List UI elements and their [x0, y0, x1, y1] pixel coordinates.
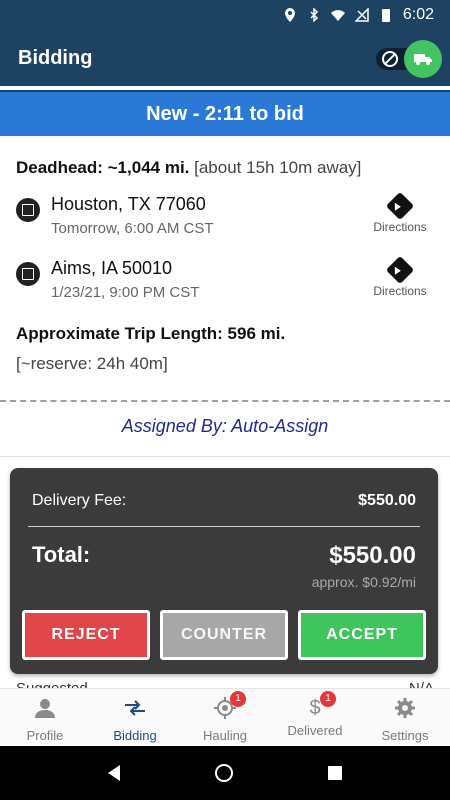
directions-label: Directions	[373, 220, 427, 234]
reject-button[interactable]: REJECT	[22, 610, 150, 660]
dropoff-icon	[16, 262, 40, 286]
directions-label: Directions	[373, 284, 427, 298]
nav-delivered[interactable]: $ 1 Delivered	[270, 689, 360, 746]
directions-icon	[385, 255, 415, 285]
nav-label: Delivered	[287, 723, 343, 738]
pickup-stop: Houston, TX 77060 Tomorrow, 6:00 AM CST …	[16, 191, 436, 244]
total-amount: $550.00	[329, 542, 416, 569]
bluetooth-icon	[310, 8, 318, 22]
trip-length: Approximate Trip Length: 596 mi.	[16, 324, 286, 343]
person-icon	[35, 699, 55, 718]
status-time: 6:02	[402, 6, 434, 23]
truck-icon	[414, 54, 432, 65]
nav-settings[interactable]: Settings	[360, 689, 450, 746]
dropoff-directions-button[interactable]: Directions	[368, 255, 432, 298]
nav-label: Hauling	[202, 728, 248, 743]
recent-apps-icon[interactable]	[328, 766, 343, 780]
nav-label: Settings	[381, 728, 429, 743]
availability-toggle[interactable]	[372, 40, 442, 78]
divider	[28, 526, 420, 527]
deadhead-label: Deadhead: ~1,044 mi.	[16, 158, 190, 177]
suggested-row: Suggested N/A	[16, 680, 434, 688]
fee-card: Delivery Fee: $550.00 Total: $550.00 app…	[10, 468, 438, 674]
toggle-knob	[404, 40, 442, 78]
page-title: Bidding	[18, 46, 93, 69]
deadhead-note: [about 15h 10m away]	[194, 158, 362, 177]
location-icon	[284, 8, 295, 22]
no-signal-icon	[354, 8, 369, 22]
divider	[0, 456, 450, 457]
status-bar: 6:02	[0, 0, 450, 30]
delivered-badge: 1	[320, 691, 336, 707]
nav-label: Bidding	[113, 728, 157, 743]
swap-icon	[125, 700, 145, 716]
counter-button[interactable]: COUNTER	[160, 610, 288, 660]
bid-actions: REJECT COUNTER ACCEPT	[22, 610, 426, 660]
system-nav-bar	[0, 746, 450, 800]
pickup-time: Tomorrow, 6:00 AM CST	[51, 220, 214, 237]
dropoff-time: 1/23/21, 9:00 PM CST	[51, 284, 200, 301]
bottom-nav: Profile Bidding 1 Hauling $ 1 Delivered …	[0, 688, 450, 746]
battery-icon	[381, 9, 390, 22]
home-icon[interactable]	[214, 764, 233, 782]
pickup-icon	[16, 198, 40, 222]
dropoff-stop: Aims, IA 50010 1/23/21, 9:00 PM CST Dire…	[16, 255, 436, 308]
pickup-city: Houston, TX 77060	[51, 194, 206, 214]
deadhead-info: Deadhead: ~1,044 mi. [about 15h 10m away…	[16, 158, 361, 178]
back-icon[interactable]	[107, 765, 120, 781]
total-label: Total:	[32, 542, 91, 567]
app-bar: Bidding	[0, 30, 450, 86]
accept-button[interactable]: ACCEPT	[298, 610, 426, 660]
suggested-label: Suggested	[16, 680, 88, 688]
delivery-fee-amount: $550.00	[358, 492, 416, 509]
suggested-value: N/A	[409, 680, 434, 688]
bid-countdown-banner: New - 2:11 to bid	[0, 90, 450, 136]
nav-hauling[interactable]: 1 Hauling	[180, 689, 270, 746]
wifi-icon	[330, 10, 345, 21]
rate-per-mile: approx. $0.92/mi	[311, 574, 416, 590]
nav-profile[interactable]: Profile	[0, 689, 90, 746]
trip-reserve: [~reserve: 24h 40m]	[16, 354, 168, 373]
pickup-directions-button[interactable]: Directions	[368, 191, 432, 234]
nav-bidding[interactable]: Bidding	[90, 689, 180, 746]
delivery-fee-row: Delivery Fee: $550.00	[32, 492, 416, 510]
divider	[0, 400, 450, 402]
dropoff-city: Aims, IA 50010	[51, 258, 173, 278]
gear-icon	[395, 698, 415, 718]
assigned-by: Assigned By: Auto-Assign	[121, 416, 329, 436]
hauling-badge: 1	[230, 691, 246, 707]
nav-label: Profile	[26, 728, 64, 743]
total-row: Total: $550.00	[32, 542, 416, 570]
delivery-fee-label: Delivery Fee:	[32, 492, 127, 509]
directions-icon	[385, 191, 415, 221]
unavailable-icon	[382, 51, 398, 67]
